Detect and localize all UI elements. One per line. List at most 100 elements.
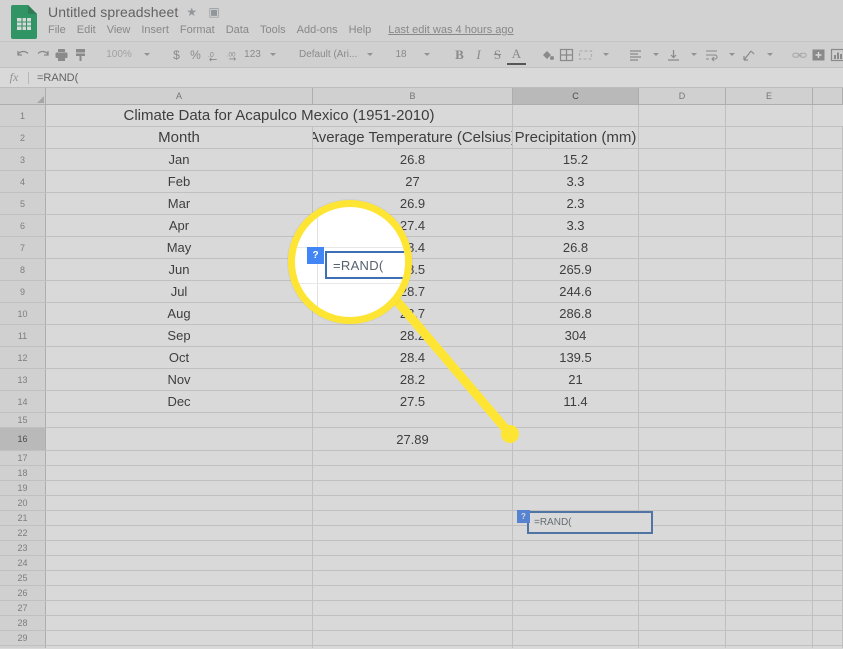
vertical-align-icon[interactable]: [664, 45, 683, 65]
fill-color-icon[interactable]: [538, 45, 557, 65]
cell-11[interactable]: [813, 325, 843, 346]
menu-item-insert[interactable]: Insert: [141, 24, 169, 36]
cell-C20[interactable]: [513, 496, 639, 510]
row-header-3[interactable]: 3: [0, 149, 46, 170]
cell-B30[interactable]: [313, 646, 513, 648]
cell-27[interactable]: [813, 601, 843, 615]
cell-B27[interactable]: [313, 601, 513, 615]
cell-B15[interactable]: [313, 413, 513, 427]
cell-C15[interactable]: [513, 413, 639, 427]
cell-E12[interactable]: [726, 347, 813, 368]
text-color-button[interactable]: A: [507, 45, 526, 65]
cell-C27[interactable]: [513, 601, 639, 615]
cell-D9[interactable]: [639, 281, 726, 302]
cell-B25[interactable]: [313, 571, 513, 585]
cell-E14[interactable]: [726, 391, 813, 412]
cell-A23[interactable]: [46, 541, 313, 555]
cell-E2[interactable]: [726, 127, 813, 148]
cell-D13[interactable]: [639, 369, 726, 390]
cell-E13[interactable]: [726, 369, 813, 390]
cell-B9[interactable]: 28.7: [313, 281, 513, 302]
cell-26[interactable]: [813, 586, 843, 600]
cell-A25[interactable]: [46, 571, 313, 585]
cell-B11[interactable]: 28.2: [313, 325, 513, 346]
cell-B20[interactable]: [313, 496, 513, 510]
font-family-selector[interactable]: Default (Ari...: [293, 45, 359, 65]
cell-E7[interactable]: [726, 237, 813, 258]
zoom-dropdown-caret[interactable]: [136, 45, 155, 65]
cell-D19[interactable]: [639, 481, 726, 495]
cell-E4[interactable]: [726, 171, 813, 192]
cell-B3[interactable]: 26.8: [313, 149, 513, 170]
cell-D16[interactable]: [639, 428, 726, 450]
cell-B17[interactable]: [313, 451, 513, 465]
cell-B14[interactable]: 27.5: [313, 391, 513, 412]
move-to-folder-icon[interactable]: ▣: [208, 5, 222, 19]
cell-C7[interactable]: 26.8: [513, 237, 639, 258]
cell-D23[interactable]: [639, 541, 726, 555]
cell-B16[interactable]: 27.89: [313, 428, 513, 450]
cell-A3[interactable]: Jan: [46, 149, 313, 170]
row-header-30[interactable]: 30: [0, 646, 46, 648]
cell-C17[interactable]: [513, 451, 639, 465]
cell-C25[interactable]: [513, 571, 639, 585]
cell-E22[interactable]: [726, 526, 813, 540]
row-header-21[interactable]: 21: [0, 511, 46, 525]
paint-format-icon[interactable]: [71, 45, 90, 65]
cell-B10[interactable]: 28.7: [313, 303, 513, 324]
row-header-11[interactable]: 11: [0, 325, 46, 346]
italic-button[interactable]: I: [469, 45, 488, 65]
cell-D15[interactable]: [639, 413, 726, 427]
cell-C4[interactable]: 3.3: [513, 171, 639, 192]
column-header-c[interactable]: C: [513, 88, 639, 104]
font-size-selector[interactable]: 18: [390, 45, 412, 65]
cell-A12[interactable]: Oct: [46, 347, 313, 368]
cell-B26[interactable]: [313, 586, 513, 600]
cell-D17[interactable]: [639, 451, 726, 465]
cell-2[interactable]: [813, 127, 843, 148]
cell-D18[interactable]: [639, 466, 726, 480]
decrease-decimal-button[interactable]: .0: [205, 45, 224, 65]
cell-20[interactable]: [813, 496, 843, 510]
cell-21[interactable]: [813, 511, 843, 525]
cell-A19[interactable]: [46, 481, 313, 495]
cell-10[interactable]: [813, 303, 843, 324]
cell-E28[interactable]: [726, 616, 813, 630]
cell-E26[interactable]: [726, 586, 813, 600]
star-icon[interactable]: ★: [186, 5, 200, 19]
last-edit-status[interactable]: Last edit was 4 hours ago: [388, 24, 513, 36]
row-header-27[interactable]: 27: [0, 601, 46, 615]
document-title[interactable]: Untitled spreadsheet: [48, 4, 178, 20]
borders-icon[interactable]: [557, 45, 576, 65]
cell-A26[interactable]: [46, 586, 313, 600]
cell-D2[interactable]: [639, 127, 726, 148]
merge-cells-caret[interactable]: [595, 45, 614, 65]
cell-D25[interactable]: [639, 571, 726, 585]
cell-C28[interactable]: [513, 616, 639, 630]
cell-D29[interactable]: [639, 631, 726, 645]
percent-format-button[interactable]: %: [186, 45, 205, 65]
cell-28[interactable]: [813, 616, 843, 630]
row-header-19[interactable]: 19: [0, 481, 46, 495]
cell-D6[interactable]: [639, 215, 726, 236]
cell-E30[interactable]: [726, 646, 813, 648]
cell-E24[interactable]: [726, 556, 813, 570]
cell-D30[interactable]: [639, 646, 726, 648]
cell-B13[interactable]: 28.2: [313, 369, 513, 390]
text-rotation-caret[interactable]: [759, 45, 778, 65]
cell-6[interactable]: [813, 215, 843, 236]
cell-A17[interactable]: [46, 451, 313, 465]
cell-C23[interactable]: [513, 541, 639, 555]
cell-C11[interactable]: 304: [513, 325, 639, 346]
row-header-4[interactable]: 4: [0, 171, 46, 192]
row-header-2[interactable]: 2: [0, 127, 46, 148]
row-header-20[interactable]: 20: [0, 496, 46, 510]
row-header-9[interactable]: 9: [0, 281, 46, 302]
cell-3[interactable]: [813, 149, 843, 170]
row-header-25[interactable]: 25: [0, 571, 46, 585]
zoom-selector[interactable]: 100%: [102, 45, 136, 65]
row-header-7[interactable]: 7: [0, 237, 46, 258]
row-header-14[interactable]: 14: [0, 391, 46, 412]
column-header-blank[interactable]: [813, 88, 843, 104]
cell-C6[interactable]: 3.3: [513, 215, 639, 236]
